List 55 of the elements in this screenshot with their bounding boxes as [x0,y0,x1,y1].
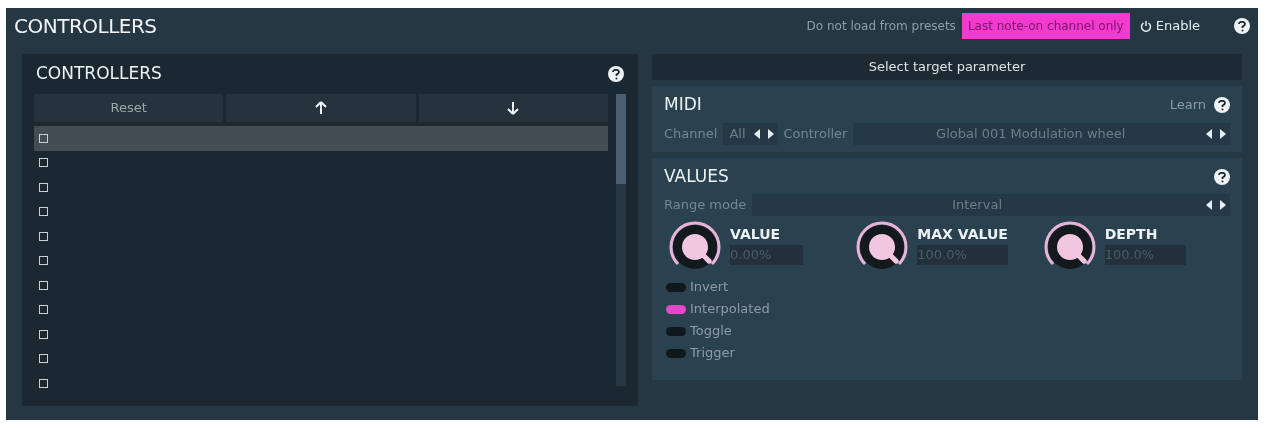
toggle-label: Invert [690,278,729,297]
checkbox[interactable] [39,378,48,388]
checkbox[interactable] [39,354,48,364]
toggle-switch[interactable] [666,304,686,314]
checkbox[interactable] [39,182,48,192]
toggle-label: Interpolated [690,300,770,319]
checkbox[interactable] [39,133,48,143]
select-target-button[interactable]: Select target parameter [652,54,1242,80]
power-icon [1139,20,1152,32]
checkbox[interactable] [39,207,48,217]
toggle-label: Toggle [690,322,732,341]
checkbox[interactable] [39,280,48,290]
help-icon[interactable] [1214,169,1230,185]
selector-value: All [729,125,747,144]
controller-selector[interactable]: Global 001 Modulation wheel [853,123,1230,145]
checkbox[interactable] [39,256,48,266]
checkbox[interactable] [39,158,48,168]
right-arrow-icon[interactable] [1220,129,1226,139]
knob-label: DEPTH [1104,225,1159,244]
help-icon[interactable] [1214,97,1230,113]
reset-button[interactable]: Reset [34,94,224,122]
selector-value: Interval [951,196,1003,215]
section-title: MIDI [664,93,702,117]
section-title: CONTROLLERS [36,62,162,86]
help-icon[interactable] [608,66,624,82]
left-arrow-icon[interactable] [1206,200,1212,210]
knob-label: VALUE [730,225,782,244]
channel-selector[interactable]: All [723,123,778,145]
enable-button[interactable]: Enable [1133,16,1206,36]
checkbox[interactable] [39,305,48,315]
option-toggle[interactable]: Last note-on channel only [961,13,1130,39]
toggle-label: Trigger [690,344,735,363]
learn-button[interactable]: Learn [1169,95,1206,115]
option-toggle[interactable]: Do not load from presets [800,13,962,39]
selector-value: Global 001 Modulation wheel [935,125,1127,144]
field-label: Channel [664,125,718,144]
left-arrow-icon[interactable] [1206,129,1212,139]
panel-title: CONTROLLERS [14,13,157,40]
field-label: Range mode [664,196,747,215]
checkbox[interactable] [39,329,48,339]
range-mode-selector[interactable]: Interval [752,194,1230,216]
up-arrow-icon [315,101,327,115]
checkbox[interactable] [39,231,48,241]
toggle-switch[interactable] [666,348,686,358]
help-icon[interactable] [1234,18,1250,34]
toggle-switch[interactable] [666,326,686,336]
down-arrow-icon [507,101,520,115]
left-arrow-icon[interactable] [753,129,760,139]
knob-label: MAX VALUE [917,225,1008,244]
right-arrow-icon[interactable] [767,129,774,139]
section-title: VALUES [664,165,729,189]
toggle-switch[interactable] [666,282,686,292]
right-arrow-icon[interactable] [1220,200,1226,210]
scrollbar[interactable] [616,94,626,386]
field-label: Controller [783,125,848,144]
